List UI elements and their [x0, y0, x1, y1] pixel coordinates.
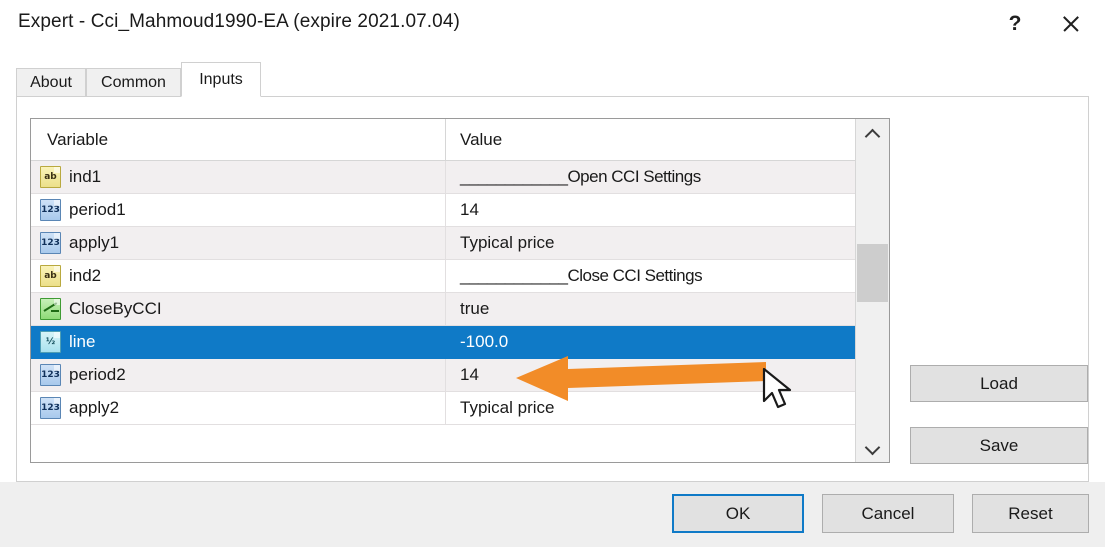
window-title: Expert - Cci_Mahmoud1990-EA (expire 2021… [18, 11, 460, 32]
cancel-button[interactable]: Cancel [822, 494, 954, 533]
variable-name: ind1 [69, 167, 102, 186]
table-row[interactable]: CloseByCCI true [31, 293, 889, 326]
variable-cell: ½ line [31, 326, 445, 358]
variable-cell: 123 apply1 [31, 227, 445, 259]
variable-cell: 123 period2 [31, 359, 445, 391]
variable-name: period1 [69, 200, 126, 219]
table-body: ab ind1 ____________Open CCI Settings 12… [31, 161, 889, 462]
variable-cell: 123 period1 [31, 194, 445, 226]
chevron-down-icon [866, 441, 879, 454]
variable-cell: CloseByCCI [31, 293, 445, 325]
tab-common[interactable]: Common [86, 68, 181, 96]
question-mark-icon: ? [1008, 12, 1022, 35]
value-cell[interactable]: ____________Open CCI Settings [445, 161, 857, 193]
tab-strip: About Common Inputs [16, 62, 1089, 97]
table-row[interactable]: 123 period2 14 [31, 359, 889, 392]
column-header-value[interactable]: Value [445, 119, 857, 160]
title-bar: Expert - Cci_Mahmoud1990-EA (expire 2021… [0, 0, 1105, 52]
value-cell[interactable]: 14 [445, 359, 857, 391]
value-cell[interactable]: ____________Close CCI Settings [445, 260, 857, 292]
variable-cell: ab ind2 [31, 260, 445, 292]
table-row[interactable]: 123 apply2 Typical price [31, 392, 889, 425]
variable-name: line [69, 332, 96, 351]
dialog-footer: OK Cancel Reset [0, 482, 1105, 547]
chevron-up-icon [866, 128, 879, 141]
tab-common-label: Common [101, 73, 166, 91]
help-button[interactable]: ? [993, 4, 1037, 44]
variable-name: CloseByCCI [69, 299, 162, 318]
string-type-icon: ab [40, 265, 61, 287]
variable-cell: ab ind1 [31, 161, 445, 193]
variable-name: apply1 [69, 233, 120, 252]
table-header-row: Variable Value [31, 119, 889, 161]
expert-properties-dialog: Expert - Cci_Mahmoud1990-EA (expire 2021… [0, 0, 1105, 547]
scroll-up-button[interactable] [856, 119, 889, 149]
variable-name: apply2 [69, 398, 120, 417]
integer-type-icon: 123 [40, 397, 61, 419]
column-header-variable[interactable]: Variable [31, 119, 445, 160]
save-button[interactable]: Save [910, 427, 1088, 464]
tab-inputs-label: Inputs [199, 70, 243, 88]
table-row[interactable]: ab ind1 ____________Open CCI Settings [31, 161, 889, 194]
table-vertical-scrollbar[interactable] [855, 119, 889, 462]
value-cell[interactable]: 14 [445, 194, 857, 226]
value-cell[interactable]: Typical price [445, 227, 857, 259]
boolean-type-icon [40, 298, 61, 320]
load-button[interactable]: Load [910, 365, 1088, 402]
value-cell[interactable]: -100.0 [445, 326, 857, 358]
string-type-icon: ab [40, 166, 61, 188]
value-cell[interactable]: true [445, 293, 857, 325]
close-button[interactable] [1049, 4, 1093, 44]
value-cell[interactable]: Typical price [445, 392, 857, 424]
reset-button[interactable]: Reset [972, 494, 1089, 533]
tab-about-label: About [30, 73, 72, 91]
tab-about[interactable]: About [16, 68, 86, 96]
tab-inputs[interactable]: Inputs [181, 62, 261, 97]
variable-name: period2 [69, 365, 126, 384]
scrollbar-thumb[interactable] [857, 244, 888, 302]
double-type-icon: ½ [40, 331, 61, 353]
close-icon [1061, 14, 1081, 34]
table-row[interactable]: 123 apply1 Typical price [31, 227, 889, 260]
variable-name: ind2 [69, 266, 102, 285]
table-row[interactable]: ab ind2 ____________Close CCI Settings [31, 260, 889, 293]
variable-cell: 123 apply2 [31, 392, 445, 424]
integer-type-icon: 123 [40, 364, 61, 386]
table-row[interactable]: 123 period1 14 [31, 194, 889, 227]
integer-type-icon: 123 [40, 232, 61, 254]
scroll-down-button[interactable] [856, 432, 889, 462]
integer-type-icon: 123 [40, 199, 61, 221]
inputs-table: Variable Value ab ind1 ____________Open … [30, 118, 890, 463]
table-row-selected[interactable]: ½ line -100.0 [31, 326, 889, 359]
ok-button[interactable]: OK [672, 494, 804, 533]
